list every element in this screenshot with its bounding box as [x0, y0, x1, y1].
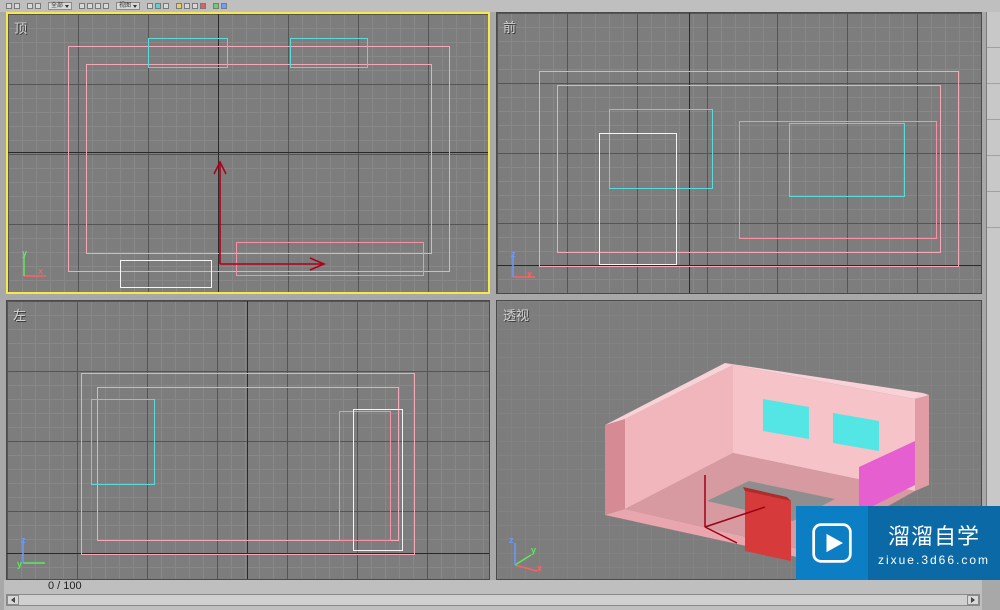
toolbar-snap-icon[interactable]: [147, 3, 153, 9]
toolbar-move-icon[interactable]: [87, 3, 93, 9]
toolbar-material-icon[interactable]: [200, 3, 206, 9]
wire-door: [353, 409, 403, 551]
viewport-front[interactable]: 前 x z: [496, 12, 982, 294]
axis-gizmo-icon: x y z: [507, 535, 541, 569]
axis-gizmo-icon: x y: [18, 248, 52, 282]
viewport-label-left: 左: [13, 305, 26, 324]
toolbar-filter-label: 全部: [51, 2, 63, 10]
panel-tab-display-icon[interactable]: [987, 156, 1000, 192]
axis-z-label: z: [511, 249, 516, 259]
toolbar-unlink-icon[interactable]: [35, 3, 41, 9]
viewport-label-top: 顶: [14, 18, 27, 37]
wire-door: [599, 133, 677, 265]
axis-z-label: z: [509, 535, 514, 545]
toolbar-quickrender-icon[interactable]: [221, 3, 227, 9]
toolbar-coord-label: 视图: [119, 2, 131, 10]
transform-gizmo-icon[interactable]: [212, 134, 362, 284]
axis-z-label: z: [21, 535, 26, 545]
panel-tab-hierarchy-icon[interactable]: [987, 84, 1000, 120]
toolbar-align-icon[interactable]: [163, 3, 169, 9]
viewport-label-front: 前: [503, 17, 516, 36]
toolbar-mirror-icon[interactable]: [155, 3, 161, 9]
wire-window: [91, 399, 155, 485]
toolbar-scale-icon[interactable]: [103, 3, 109, 9]
wire-window-2: [789, 123, 905, 197]
chevron-down-icon: [133, 5, 137, 8]
panel-tab-motion-icon[interactable]: [987, 120, 1000, 156]
axis-x-label: x: [537, 563, 542, 573]
toolbar-filter-dropdown[interactable]: 全部: [48, 2, 72, 10]
axis-x-label: x: [527, 269, 532, 279]
panel-tab-utilities-icon[interactable]: [987, 192, 1000, 228]
wire-window-2: [290, 38, 368, 68]
axis-gizmo-icon: x z: [507, 249, 541, 283]
chevron-down-icon: [65, 5, 69, 8]
viewport-left[interactable]: 左 z y: [6, 300, 490, 580]
viewport-perspective[interactable]: 透视: [496, 300, 982, 580]
timeline-bar: 0 / 100: [4, 580, 982, 610]
command-panel[interactable]: [986, 12, 1000, 580]
toolbar-redo-icon[interactable]: [14, 3, 20, 9]
toolbar-coord-dropdown[interactable]: 视图: [116, 2, 140, 10]
viewport-area: 顶 x y 前: [6, 12, 982, 580]
axis-y-label: y: [22, 248, 27, 258]
panel-tab-create-icon[interactable]: [987, 12, 1000, 48]
transform-gizmo-icon[interactable]: [695, 467, 795, 547]
scroll-right-button[interactable]: [967, 595, 979, 605]
axis-y-label: y: [531, 545, 536, 555]
wire-window-1: [148, 38, 228, 68]
axis-y-label: y: [17, 559, 22, 569]
toolbar-schematic-icon[interactable]: [192, 3, 198, 9]
axis-x-label: x: [38, 266, 43, 276]
toolbar-select-icon[interactable]: [79, 3, 85, 9]
toolbar-rotate-icon[interactable]: [95, 3, 101, 9]
axis-gizmo-icon: z y: [17, 535, 51, 569]
toolbar-render-icon[interactable]: [213, 3, 219, 9]
scroll-left-button[interactable]: [7, 595, 19, 605]
timeline-frame-display: 0 / 100: [48, 580, 82, 592]
toolbar-undo-icon[interactable]: [6, 3, 12, 9]
panel-tab-modify-icon[interactable]: [987, 48, 1000, 84]
toolbar-layer-icon[interactable]: [176, 3, 182, 9]
toolbar-curve-icon[interactable]: [184, 3, 190, 9]
viewport-label-perspective: 透视: [503, 305, 529, 324]
timeline-scrollbar[interactable]: [6, 594, 980, 606]
wire-door: [120, 260, 212, 288]
main-toolbar: 全部 视图: [0, 0, 1000, 12]
viewport-top[interactable]: 顶 x y: [6, 12, 490, 294]
toolbar-link-icon[interactable]: [27, 3, 33, 9]
